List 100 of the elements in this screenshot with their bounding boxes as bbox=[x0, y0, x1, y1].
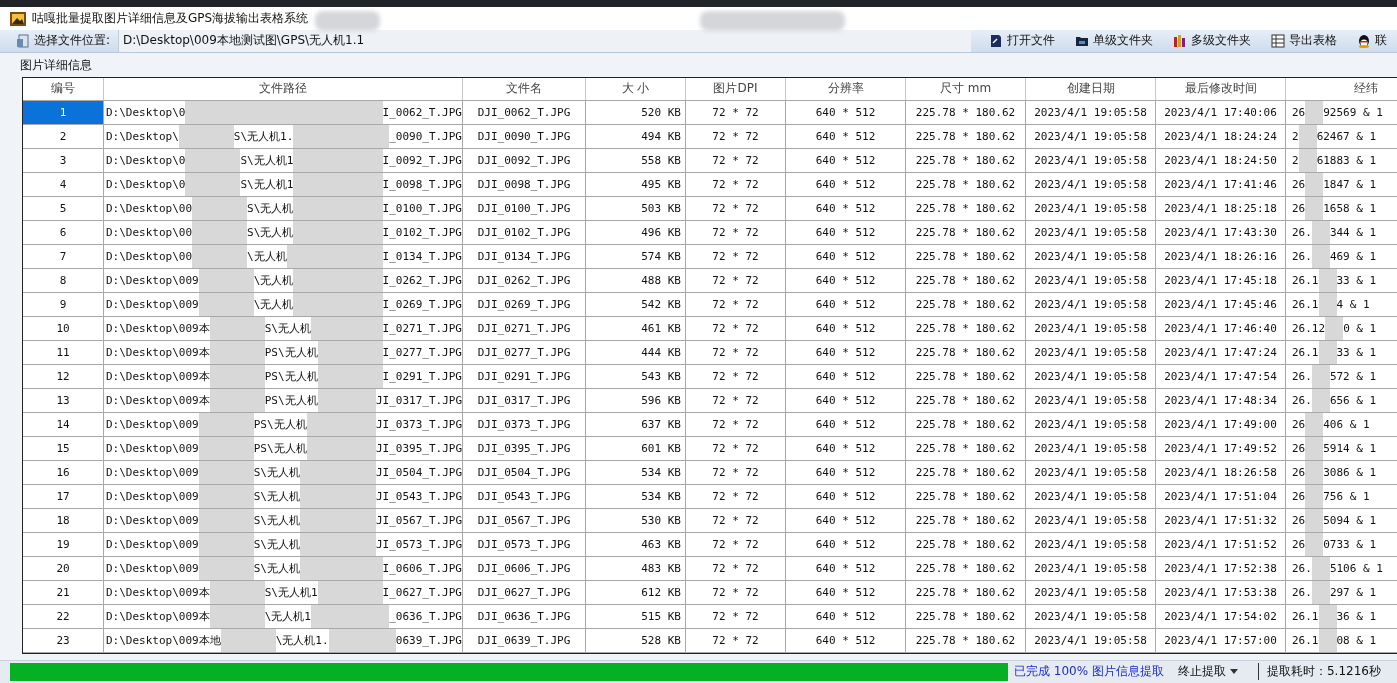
column-header[interactable]: 最后修改时间 bbox=[1156, 77, 1286, 100]
privacy-blur bbox=[1311, 220, 1330, 244]
toolbar-button[interactable]: 联 bbox=[1347, 30, 1397, 52]
table-cell: 640 * 512 bbox=[786, 556, 906, 580]
privacy-blur bbox=[198, 460, 254, 484]
coordinate-fragment: 2 bbox=[1292, 129, 1299, 143]
table-cell: 2023/4/1 17:51:32 bbox=[1156, 508, 1286, 532]
path-fragment: S\无人机 bbox=[253, 488, 300, 504]
row-number-cell[interactable]: 18 bbox=[23, 508, 104, 532]
table-cell: 558 KB bbox=[586, 148, 686, 172]
column-header[interactable]: 大 小 bbox=[586, 77, 686, 100]
table-cell: 2023/4/1 19:05:58 bbox=[1026, 460, 1156, 484]
stop-dropdown[interactable]: 终止提取 bbox=[1171, 662, 1244, 682]
column-header[interactable]: 图片DPI bbox=[686, 77, 786, 100]
row-number-cell[interactable]: 2 bbox=[23, 124, 104, 148]
toolbar-button[interactable]: 导出表格 bbox=[1261, 30, 1347, 52]
row-number-cell[interactable]: 19 bbox=[23, 532, 104, 556]
row-number-cell[interactable]: 5 bbox=[23, 196, 104, 220]
coordinate-fragment: 61883 & 1 bbox=[1316, 153, 1377, 167]
toolbar-button[interactable]: 打开文件 bbox=[979, 30, 1065, 52]
column-header[interactable]: 文件路径 bbox=[104, 77, 463, 100]
row-number-cell[interactable]: 8 bbox=[23, 268, 104, 292]
row-number-cell[interactable]: 11 bbox=[23, 340, 104, 364]
path-fragment: PS\无人机 bbox=[264, 344, 318, 360]
column-header[interactable]: 尺寸 mm bbox=[906, 77, 1026, 100]
table-cell: 520 KB bbox=[586, 100, 686, 124]
privacy-blur bbox=[198, 556, 254, 580]
table-cell: 640 * 512 bbox=[786, 100, 906, 124]
path-fragment: I_0606_T.JPG bbox=[382, 561, 462, 575]
coordinate-fragment: 572 & 1 bbox=[1329, 369, 1377, 383]
table-cell: 2023/4/1 17:45:18 bbox=[1156, 268, 1286, 292]
privacy-blur bbox=[209, 580, 265, 604]
table-cell: 2023/4/1 19:05:58 bbox=[1026, 292, 1156, 316]
path-fragment: D:\Desktop\009 bbox=[106, 297, 199, 311]
privacy-blur bbox=[198, 508, 254, 532]
table-cell: DJI_0636_T.JPG bbox=[463, 604, 586, 628]
table-cell: 225.78 * 180.62 bbox=[906, 148, 1026, 172]
row-number-cell[interactable]: 10 bbox=[23, 316, 104, 340]
table-cell: 2023/4/1 17:54:02 bbox=[1156, 604, 1286, 628]
coordinate-fragment: 26. bbox=[1292, 225, 1312, 239]
path-fragment: S\无人机 bbox=[253, 464, 300, 480]
row-number-cell[interactable]: 12 bbox=[23, 364, 104, 388]
table-cell: DJI_0098_T.JPG bbox=[463, 172, 586, 196]
row-number-cell[interactable]: 4 bbox=[23, 172, 104, 196]
row-number-cell[interactable]: 6 bbox=[23, 220, 104, 244]
column-header[interactable]: 创建日期 bbox=[1026, 77, 1156, 100]
row-number-cell[interactable]: 21 bbox=[23, 580, 104, 604]
privacy-blur bbox=[1311, 364, 1330, 388]
column-header[interactable]: 文件名 bbox=[463, 77, 586, 100]
table-cell: 225.78 * 180.62 bbox=[906, 412, 1026, 436]
books-icon bbox=[1173, 33, 1187, 48]
table-cell: 495 KB bbox=[586, 172, 686, 196]
toolbar-button[interactable]: 单级文件夹 bbox=[1065, 30, 1163, 52]
path-fragment: I_0062_T.JPG bbox=[382, 105, 462, 119]
column-header[interactable]: 分辨率 bbox=[786, 77, 906, 100]
row-number-cell[interactable]: 1 bbox=[23, 100, 104, 124]
table-cell: 225.78 * 180.62 bbox=[906, 100, 1026, 124]
table-cell: 72 * 72 bbox=[686, 412, 786, 436]
table-cell: 2023/4/1 19:05:58 bbox=[1026, 196, 1156, 220]
privacy-blur bbox=[317, 388, 376, 412]
row-number-cell[interactable]: 9 bbox=[23, 292, 104, 316]
row-number-cell[interactable]: 13 bbox=[23, 388, 104, 412]
path-fragment: I_0098_T.JPG bbox=[382, 177, 462, 191]
table-cell: DJI_0606_T.JPG bbox=[463, 556, 586, 580]
privacy-blur bbox=[1298, 124, 1317, 148]
row-number-cell[interactable]: 20 bbox=[23, 556, 104, 580]
table-cell: 640 * 512 bbox=[786, 292, 906, 316]
row-number-cell[interactable]: 7 bbox=[23, 244, 104, 268]
path-fragment: D:\Desktop\009本 bbox=[106, 344, 210, 360]
toolbar-button[interactable]: 多级文件夹 bbox=[1163, 30, 1261, 52]
path-fragment: S\无人机 bbox=[253, 512, 300, 528]
table-cell: 2023/4/1 17:49:00 bbox=[1156, 412, 1286, 436]
row-number-cell[interactable]: 14 bbox=[23, 412, 104, 436]
row-number-cell[interactable]: 17 bbox=[23, 484, 104, 508]
row-number-cell[interactable]: 22 bbox=[23, 604, 104, 628]
row-number-cell[interactable]: 16 bbox=[23, 460, 104, 484]
path-fragment: S\无人机1. bbox=[233, 128, 294, 144]
table-cell: 640 * 512 bbox=[786, 604, 906, 628]
table-cell: 494 KB bbox=[586, 124, 686, 148]
coordinate-fragment: 406 & 1 bbox=[1323, 417, 1370, 431]
table-cell: 640 * 512 bbox=[786, 244, 906, 268]
column-header[interactable]: 经纬 bbox=[1286, 77, 1397, 100]
table-cell: 72 * 72 bbox=[686, 220, 786, 244]
row-number-cell[interactable]: 15 bbox=[23, 436, 104, 460]
row-number-cell[interactable]: 23 bbox=[23, 628, 104, 652]
privacy-blur bbox=[185, 148, 241, 172]
table-cell: DJI_0291_T.JPG bbox=[463, 364, 586, 388]
table-cell: 503 KB bbox=[586, 196, 686, 220]
column-header[interactable]: 编号 bbox=[23, 77, 104, 100]
location-field[interactable]: D:\Desktop\009本地测试图\GPS\无人机1.1 bbox=[118, 30, 971, 52]
privacy-blur bbox=[1305, 412, 1324, 436]
table-cell: 2023/4/1 19:05:58 bbox=[1026, 604, 1156, 628]
path-fragment: JI_0504_T.JPG bbox=[375, 465, 462, 479]
coordinate-fragment: 26 bbox=[1292, 441, 1306, 455]
table-cell: 2023/4/1 19:05:58 bbox=[1026, 364, 1156, 388]
table-cell: 2023/4/1 19:05:58 bbox=[1026, 628, 1156, 652]
table-cell: 444 KB bbox=[586, 340, 686, 364]
row-number-cell[interactable]: 3 bbox=[23, 148, 104, 172]
privacy-blur bbox=[220, 628, 276, 652]
privacy-blur bbox=[1305, 508, 1324, 532]
